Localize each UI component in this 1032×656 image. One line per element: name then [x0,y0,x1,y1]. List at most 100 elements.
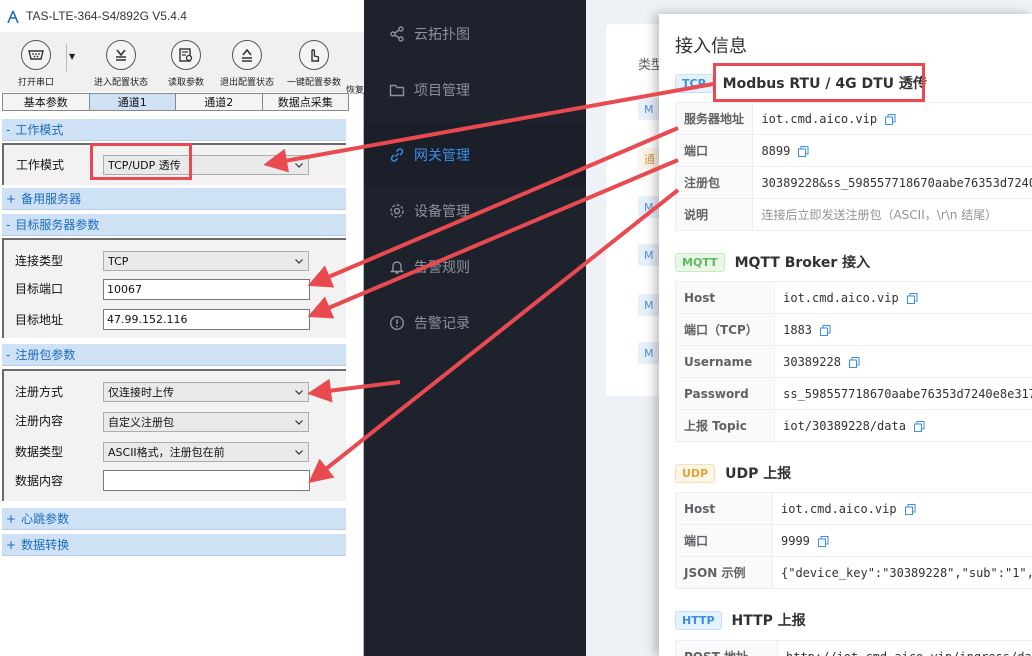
udp-badge: UDP [675,463,716,483]
mqtt-host-value[interactable]: iot.cmd.aico.vip [783,291,899,305]
udp-section-header: UDP UDP 上报 [675,462,791,484]
nav-label: 云拓扑图 [414,27,470,43]
nav-label: 项目管理 [414,83,470,99]
reg-content-select[interactable]: 自定义注册包 [103,412,309,432]
copy-icon[interactable] [904,503,916,515]
data-type-select[interactable]: ASCII格式，注册包在前 [103,442,309,462]
row-key: JSON 示例 [675,556,773,589]
mqtt-password-value[interactable]: ss_598557718670aabe76353d7240e8e317 [774,377,1032,410]
data-content-input[interactable] [103,470,310,491]
data-type-label: 数据类型 [15,445,64,459]
row-key: 说明 [674,198,754,231]
reg-mode-select[interactable]: 仅连接时上传 [103,382,309,402]
conn-type-select[interactable]: TCP [103,251,309,271]
enter-config-button[interactable]: 进入配置状态 [91,40,151,88]
mqtt-port-value[interactable]: 1883 [783,323,812,337]
nav-item-alarm-records[interactable]: 告警记录 [388,311,470,335]
toolbar-label: 进入配置状态 [93,78,148,88]
target-addr-input[interactable]: 47.99.152.116 [103,309,310,330]
nav-item-alarm-rules[interactable]: 告警规则 [388,255,470,279]
group-heartbeat[interactable]: + 心跳参数 [2,508,346,530]
expand-sign: + [6,191,17,206]
table-row: 说明 连接后立即发送注册包（ASCII，\r\n 结尾） [674,198,1032,231]
mqtt-badge: MQTT [675,252,725,272]
tab-channel-2[interactable]: 通道2 [175,93,263,111]
target-port-input[interactable]: 10067 [103,279,310,300]
exit-config-button[interactable]: 退出配置状态 [217,40,277,88]
group-work-mode[interactable]: - 工作模式 [2,119,346,141]
row-key: 服务器地址 [674,102,754,135]
serial-port-icon [21,40,51,70]
udp-host-value[interactable]: iot.cmd.aico.vip [781,502,897,516]
copy-icon[interactable] [885,113,896,125]
work-mode-label: 工作模式 [16,158,65,172]
nav-item-projects[interactable]: 项目管理 [388,78,470,102]
exit-config-icon [232,40,262,70]
http-info-table: POST 地址http://iot.cmd.aico.vip/ingress/d… [675,640,1032,656]
http-post-url-value[interactable]: http://iot.cmd.aico.vip/ingress/da [777,640,1032,656]
mqtt-info-table: Host iot.cmd.aico.vip 端口（TCP） 1883 Usernam… [674,281,1032,442]
row-value[interactable]: 8899 [752,134,1032,167]
highlight-box-tcp-title [713,63,925,102]
window-title: TAS-LTE-364-S4/892G V5.4.4 [26,9,187,23]
group-data-convert[interactable]: + 数据转换 [2,534,346,556]
highlight-box-work-mode [90,143,192,180]
row-key: 端口 [675,524,773,557]
group-target-server[interactable]: - 目标服务器参数 [2,214,346,236]
group-label: 备用服务器 [21,192,82,206]
copy-icon[interactable] [913,420,925,432]
read-params-icon [171,40,201,70]
target-port-label: 目标端口 [15,282,64,296]
toolbar: 打开串口 ▼ 进入配置状态 读取参数 退出配置状态 一键配置参数 恢复 [0,32,364,96]
window-titlebar[interactable]: TAS-LTE-364-S4/892G V5.4.4 [0,0,364,32]
hand-click-icon [299,40,329,70]
http-section-title: HTTP 上报 [731,613,806,629]
copy-icon[interactable] [817,535,829,547]
copy-icon[interactable] [906,292,918,304]
expand-sign: + [6,511,17,526]
open-serial-button[interactable]: 打开串口 [6,40,66,88]
nav-item-topology[interactable]: 云拓扑图 [388,22,470,46]
collapse-sign: - [6,122,11,137]
udp-port-value[interactable]: 9999 [781,534,810,548]
row-value[interactable]: 9999 [772,524,1032,557]
channel-tabs: 基本参数 通道1 通道2 数据点采集 [2,93,349,111]
row-value[interactable]: iot.cmd.aico.vip [774,281,1032,314]
group-label: 工作模式 [15,123,64,137]
row-value[interactable]: 30389228 [774,345,1032,378]
udp-json-example-value[interactable]: {"device_key":"30389228","sub":"1", [772,556,1032,589]
tab-data-collection[interactable]: 数据点采集 [261,93,349,111]
copy-icon[interactable] [798,145,809,157]
row-value[interactable]: iot.cmd.aico.vip [772,492,1032,525]
restore-button[interactable]: 恢复 [340,40,370,96]
registration-packet-value[interactable]: 30389228&ss_598557718670aabe76353d7240 [752,166,1032,199]
row-value[interactable]: iot.cmd.aico.vip [752,102,1032,135]
one-click-config-button[interactable]: 一键配置参数 [284,40,344,88]
tab-channel-1[interactable]: 通道1 [88,93,176,111]
port-value[interactable]: 8899 [761,144,790,158]
bell-icon [388,258,406,276]
chevron-down-icon [294,417,304,427]
tcp-badge: TCP [675,73,713,93]
nav-item-devices[interactable]: 设备管理 [388,199,470,223]
http-badge: HTTP [675,610,722,630]
table-row: JSON 示例 {"device_key":"30389228","sub":"1… [675,556,1032,589]
enter-config-icon [106,40,136,70]
copy-icon[interactable] [820,324,831,336]
server-address-value[interactable]: iot.cmd.aico.vip [761,112,877,126]
sidebar-nav: 云拓扑图 项目管理 网关管理 设备管理 告警规则 告警记录 [364,0,586,656]
http-section-header: HTTP HTTP 上报 [675,609,806,631]
row-value[interactable]: 1883 [774,313,1032,346]
toolbar-dropdown[interactable]: ▼ [66,44,80,72]
row-value[interactable]: iot/30389228/data [774,409,1032,442]
mqtt-username-value[interactable]: 30389228 [783,355,841,369]
copy-icon[interactable] [848,356,860,368]
mqtt-section-header: MQTT MQTT Broker 接入 [675,251,870,273]
group-backup-server[interactable]: + 备用服务器 [2,188,346,210]
group-register[interactable]: - 注册包参数 [2,344,346,366]
mqtt-topic-value[interactable]: iot/30389228/data [783,419,906,433]
read-params-button[interactable]: 读取参数 [156,40,216,88]
access-info-drawer: 接入信息 TCP Modbus RTU / 4G DTU 透传 服务器地址 iot… [659,14,1032,656]
nav-item-gateways[interactable]: 网关管理 [388,143,470,167]
tab-basic-params[interactable]: 基本参数 [2,93,90,111]
